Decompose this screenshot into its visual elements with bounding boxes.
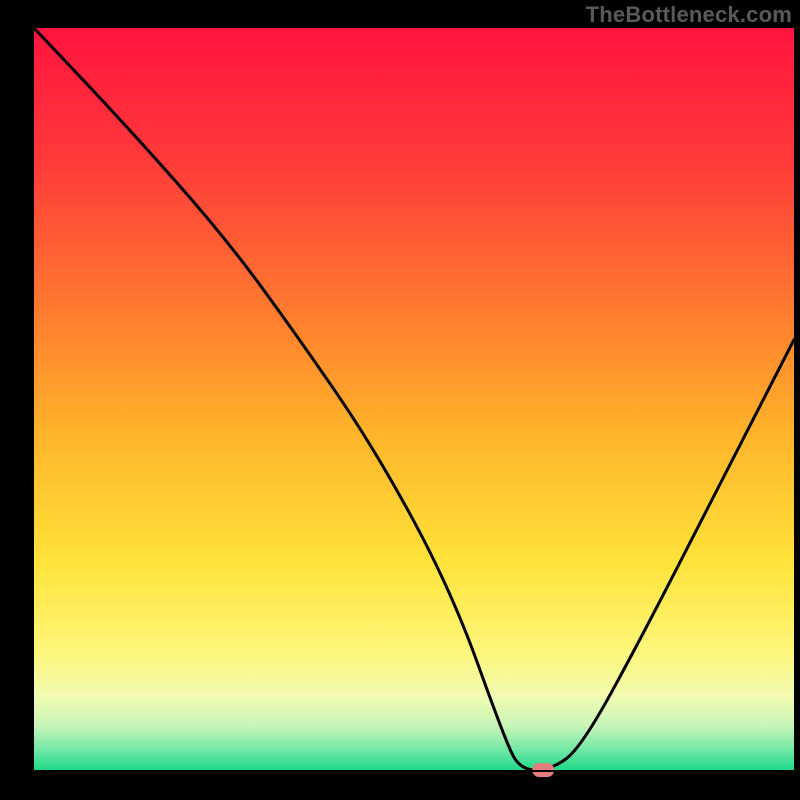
bottleneck-chart [0,0,800,800]
watermark-text: TheBottleneck.com [586,2,792,28]
chart-frame: TheBottleneck.com [0,0,800,800]
plot-background [34,28,794,770]
